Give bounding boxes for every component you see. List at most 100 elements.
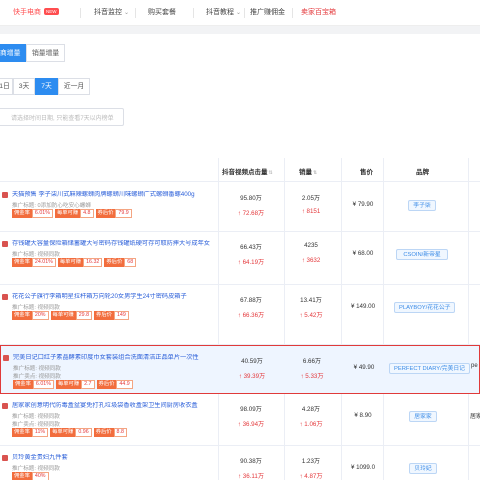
commission-tag: 佣金率 6.01%	[13, 380, 54, 389]
table-row[interactable]: 居家家创意明代防毒盒盆宴免打孔垃圾袋香收盒架卫生间厨房收衣盒 推广标题: 视频同款…	[0, 394, 480, 446]
nav-buy-plan[interactable]: 购买套餐	[148, 0, 176, 26]
brand-badge[interactable]: PLAYBOY/花花公子	[394, 302, 456, 313]
chevron-down-icon: ⌄	[124, 10, 130, 16]
table-row[interactable]: 贝玲黄金贵妇九件套 推广标题: 视频同款 佣金率 40% 90.38万 ↑ 36.11万 1…	[0, 446, 480, 480]
table-row[interactable]: 完美日记口红子素晶酵素印度巾女套装组合洗面清洁正品单片一次性 推广标题: 视频同款…	[0, 345, 480, 394]
product-title-link[interactable]: 花花公子旗行李箱明星拉杆箱万向轮20女男学生24寸密码皮箱子	[12, 293, 217, 301]
brand-badge[interactable]: PERFECT DIARY/完美日记	[389, 363, 470, 374]
views-value: 67.88万	[240, 297, 262, 304]
col-views[interactable]: 抖音视频点击量⇅	[222, 166, 273, 176]
promo-title: 推广标题: 视频同款	[12, 414, 60, 420]
promo-title: 推广标题: 视频同款	[13, 366, 61, 372]
sales-increase: ↑ 1.06万	[299, 421, 323, 428]
views-increase: ↑ 39.39万	[238, 373, 266, 380]
tab-sales-increase[interactable]: 销量增量	[26, 44, 66, 62]
sales-value: 6.66万	[302, 358, 322, 365]
product-thumbnail[interactable]	[2, 403, 8, 409]
table-header: 抖音视频点击量⇅ 销量⇅ 售价 品牌	[0, 158, 480, 182]
price-value: ¥ 149.00	[350, 303, 376, 310]
product-thumbnail[interactable]	[3, 355, 9, 361]
promo-selling-point: 推广卖点: 视频同款	[12, 422, 60, 428]
table-row[interactable]: 存钱罐大容量保险箱储蓄罐大号密码存钱罐纸硬可存可取防摔大号成年女 推广标题: 视频…	[0, 232, 480, 285]
chevron-down-icon: ⌄	[236, 10, 242, 16]
tag-group: 佣金率 24.01% 每单可赚 16.32 券后价 68	[12, 258, 137, 267]
nav-promote[interactable]: 推广赚佣金	[250, 0, 285, 26]
sort-icon: ⇅	[268, 170, 273, 176]
product-title-link[interactable]: 天猫预售 李子柒川式麻辣螺蛳肉牌螺蛳川味螺蛳广式螺蛳番螺400g	[12, 191, 217, 199]
views-value: 95.80万	[240, 195, 262, 202]
col-brand: 品牌	[416, 169, 429, 176]
product-title-link[interactable]: 贝玲黄金贵妇九件套	[12, 454, 217, 462]
views-increase: ↑ 66.36万	[237, 312, 265, 319]
nav-douyin-monitor[interactable]: 抖音监控 ⌄	[94, 0, 129, 26]
extra-col: 居家家	[470, 414, 480, 420]
new-badge: NEW	[44, 8, 59, 15]
sales-increase: ↑ 5.42万	[299, 312, 323, 319]
views-increase: ↑ 36.94万	[237, 421, 265, 428]
period-month[interactable]: 近一月	[58, 78, 90, 95]
sales-value: 2.05万	[301, 195, 321, 202]
brand-badge[interactable]: 居家家	[409, 411, 437, 422]
nav-kuaishou[interactable]: 快手电商 NEW	[13, 0, 59, 26]
sales-increase: ↑ 4.87万	[299, 473, 323, 480]
promo-title: 推广标题: 视频同款	[12, 305, 60, 311]
coupon-tag: 券后价 8.8	[93, 428, 127, 437]
col-sales[interactable]: 销量⇅	[299, 166, 317, 176]
date-picker-input[interactable]: 请选择时间日期, 只能查看7天以内榜单	[0, 108, 124, 126]
sales-value: 4.28万	[301, 406, 321, 413]
product-thumbnail[interactable]	[2, 241, 8, 247]
promo-title: 推广标题: 0添加防心吃安心螺蛳	[12, 203, 91, 209]
commission-tag: 佣金率 20%	[12, 311, 49, 320]
sales-value: 4235	[304, 242, 318, 249]
period-1d[interactable]: 1日	[0, 78, 13, 95]
table-row[interactable]: 天猫预售 李子柒川式麻辣螺蛳肉牌螺蛳川味螺蛳广式螺蛳番螺400g 推广标题: 0添…	[0, 183, 480, 232]
tag-group: 佣金率 11% 每单可赚 0.96 券后价 8.8	[12, 428, 127, 437]
tab-shop-increase[interactable]: 商增量	[0, 44, 27, 62]
sales-value: 1.23万	[301, 458, 321, 465]
product-thumbnail[interactable]	[2, 294, 8, 300]
per-sale-tag: 每单可赚 2.7	[55, 380, 95, 389]
views-value: 98.09万	[240, 406, 262, 413]
nav-douyin-tutorial[interactable]: 抖音教程 ⌄	[206, 0, 241, 26]
product-title-link[interactable]: 存钱罐大容量保险箱储蓄罐大号密码存钱罐纸硬可存可取防摔大号成年女	[12, 240, 217, 248]
per-sale-tag: 每单可赚 29.8	[50, 311, 93, 320]
product-title-link[interactable]: 居家家创意明代防毒盒盆宴免打孔垃圾袋香收盒架卫生间厨房收衣盒	[12, 402, 217, 410]
tag-group: 佣金率 6.01% 每单可赚 2.7 券后价 44.9	[13, 380, 133, 389]
views-increase: ↑ 36.11万	[237, 473, 265, 480]
price-value: ¥ 1099.0	[350, 464, 376, 471]
coupon-tag: 券后价 68	[104, 258, 137, 267]
commission-tag: 佣金率 11%	[12, 428, 49, 437]
product-thumbnail[interactable]	[2, 192, 8, 198]
coupon-tag: 券后价 149	[94, 311, 129, 320]
sales-value: 13.41万	[300, 297, 322, 304]
promo-title: 推广标题: 视频同款	[12, 466, 60, 472]
brand-badge[interactable]: 贝玲妃	[409, 463, 437, 474]
per-sale-tag: 每单可赚 0.96	[50, 428, 92, 437]
period-3d[interactable]: 3天	[13, 78, 35, 95]
views-value: 40.59万	[241, 358, 263, 365]
sales-increase: ↑ 3632	[301, 257, 321, 264]
tag-group: 佣金率 20% 每单可赚 29.8 券后价 149	[12, 311, 129, 320]
commission-tag: 佣金率 40%	[12, 472, 49, 480]
views-increase: ↑ 72.68万	[237, 210, 265, 217]
promo-selling-point: 推广卖点: 视频同款	[13, 374, 61, 380]
price-value: ¥ 79.90	[352, 201, 374, 208]
table-row[interactable]: 花花公子旗行李箱明星拉杆箱万向轮20女男学生24寸密码皮箱子 推广标题: 视频同款…	[0, 285, 480, 345]
per-sale-tag: 每单可赚 4.8	[54, 209, 94, 218]
brand-badge[interactable]: CSOIN/新帝星	[396, 249, 448, 260]
product-title-link[interactable]: 完美日记口红子素晶酵素印度巾女套装组合洗面清洁正品单片一次性	[13, 354, 218, 362]
price-value: ¥ 68.00	[352, 250, 374, 257]
nav-seller-toolbox[interactable]: 卖家百宝箱	[301, 0, 336, 26]
commission-tag: 佣金率 24.01%	[12, 258, 56, 267]
sales-increase: ↑ 8151	[301, 208, 321, 215]
extra-col: pe	[471, 363, 478, 369]
views-increase: ↑ 64.19万	[237, 259, 265, 266]
views-value: 90.38万	[240, 458, 262, 465]
per-sale-tag: 每单可赚 16.32	[57, 258, 103, 267]
product-thumbnail[interactable]	[2, 455, 8, 461]
sales-increase: ↑ 5.33万	[300, 373, 324, 380]
coupon-tag: 券后价 44.9	[96, 380, 133, 389]
brand-badge[interactable]: 李子柒	[408, 200, 436, 211]
price-value: ¥ 8.90	[354, 412, 372, 419]
period-7d[interactable]: 7天	[35, 78, 58, 95]
